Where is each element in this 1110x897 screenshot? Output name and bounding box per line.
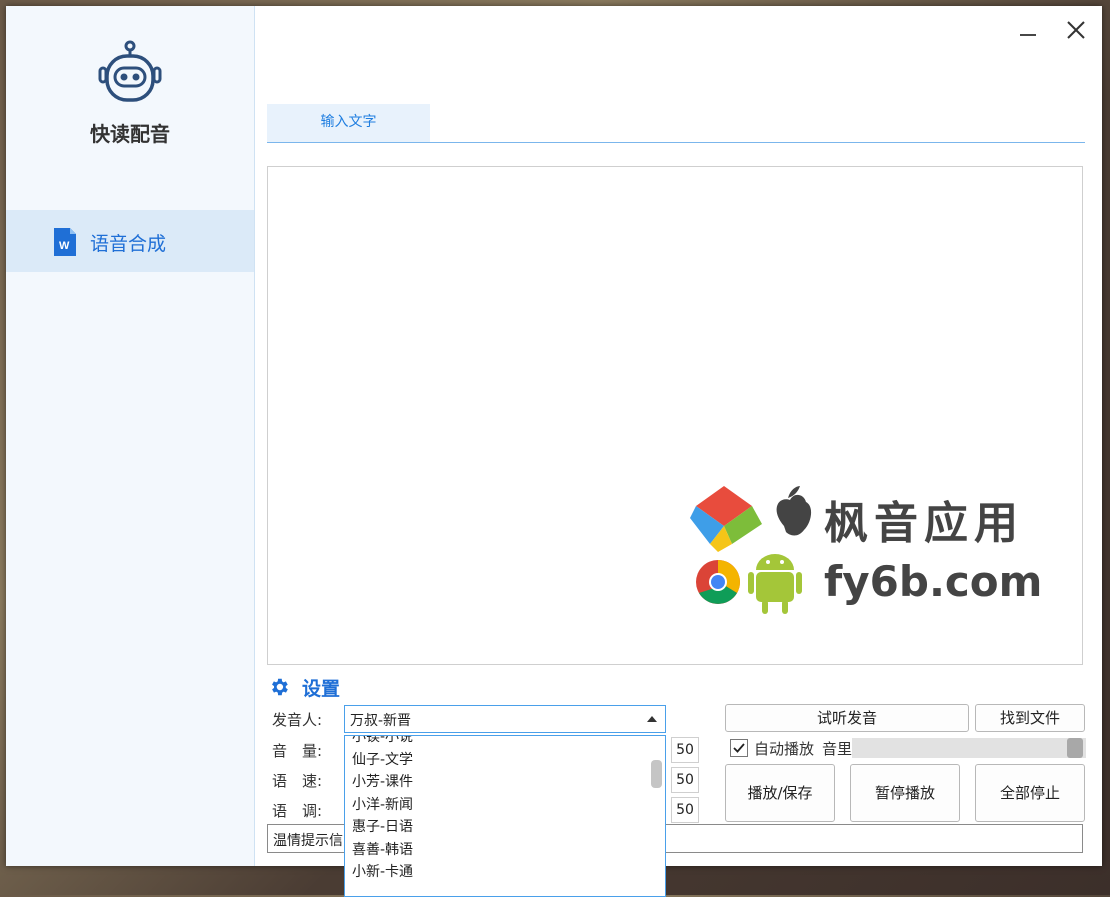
auto-play-checkbox[interactable] <box>730 739 748 757</box>
pause-button[interactable]: 暂停播放 <box>850 764 960 822</box>
voice-select[interactable]: 万叔-新晋 <box>344 705 666 733</box>
preview-button[interactable]: 试听发音 <box>725 704 969 732</box>
tab-underline <box>267 142 1085 143</box>
sidebar-item-label: 语音合成 <box>90 233 167 255</box>
volume-label: 音 量: <box>272 742 323 760</box>
pitch-value[interactable]: 50 <box>671 797 699 823</box>
voice-label: 发音人: <box>272 711 323 729</box>
auto-play-label: 自动播放 <box>754 740 815 758</box>
watermark-url: fy6b.com <box>824 557 1043 606</box>
caret-up-icon <box>647 716 657 722</box>
voice-option[interactable]: 小芳-课件 <box>345 771 665 794</box>
playback-volume-slider[interactable] <box>852 738 1086 758</box>
play-save-button[interactable]: 播放/保存 <box>725 764 835 822</box>
find-file-button[interactable]: 找到文件 <box>975 704 1085 732</box>
voice-option[interactable]: 喜善-韩语 <box>345 839 665 862</box>
checkmark-icon <box>733 743 745 753</box>
voice-option[interactable]: 小洋-新闻 <box>345 794 665 817</box>
sidebar: 快读配音 W 语音合成 <box>6 6 255 866</box>
minimize-icon[interactable] <box>1014 16 1042 44</box>
voice-option[interactable]: 小镁-小说 <box>345 736 665 749</box>
app-name: 快读配音 <box>90 122 170 146</box>
speed-value[interactable]: 50 <box>671 767 699 793</box>
svg-text:W: W <box>59 240 70 252</box>
voice-select-value: 万叔-新晋 <box>350 713 412 729</box>
dropdown-scrollbar[interactable] <box>651 760 662 788</box>
voice-dropdown-list[interactable]: 小镁-小说 仙子-文学 小芳-课件 小洋-新闻 惠子-日语 喜善-韩语 小新-卡… <box>344 735 666 897</box>
word-document-icon: W <box>54 228 76 256</box>
voice-option[interactable]: 仙子-文学 <box>345 749 665 772</box>
voice-option[interactable]: 惠子-日语 <box>345 816 665 839</box>
volume-value[interactable]: 50 <box>671 737 699 763</box>
tab-input-text[interactable]: 输入文字 <box>267 104 430 142</box>
app-window: 快读配音 W 语音合成 输入文字 枫音应用 fy6b.com 设置 发音人: 万… <box>6 6 1102 897</box>
sidebar-item-speech-synthesis[interactable]: W 语音合成 <box>6 210 254 272</box>
settings-title: 设置 <box>302 678 341 700</box>
stop-all-button[interactable]: 全部停止 <box>975 764 1085 822</box>
robot-logo-icon <box>98 40 162 102</box>
close-icon[interactable] <box>1062 16 1090 44</box>
playback-volume-slider-thumb[interactable] <box>1067 738 1083 758</box>
playback-volume-label: 音里 <box>822 740 853 758</box>
pitch-label: 语 调: <box>272 802 323 820</box>
speed-label: 语 速: <box>272 772 323 790</box>
gear-icon <box>272 678 288 696</box>
watermark-title: 枫音应用 <box>824 498 1024 549</box>
voice-option[interactable]: 小新-卡通 <box>345 861 665 884</box>
hint-text: 温情提示信 <box>273 833 343 849</box>
